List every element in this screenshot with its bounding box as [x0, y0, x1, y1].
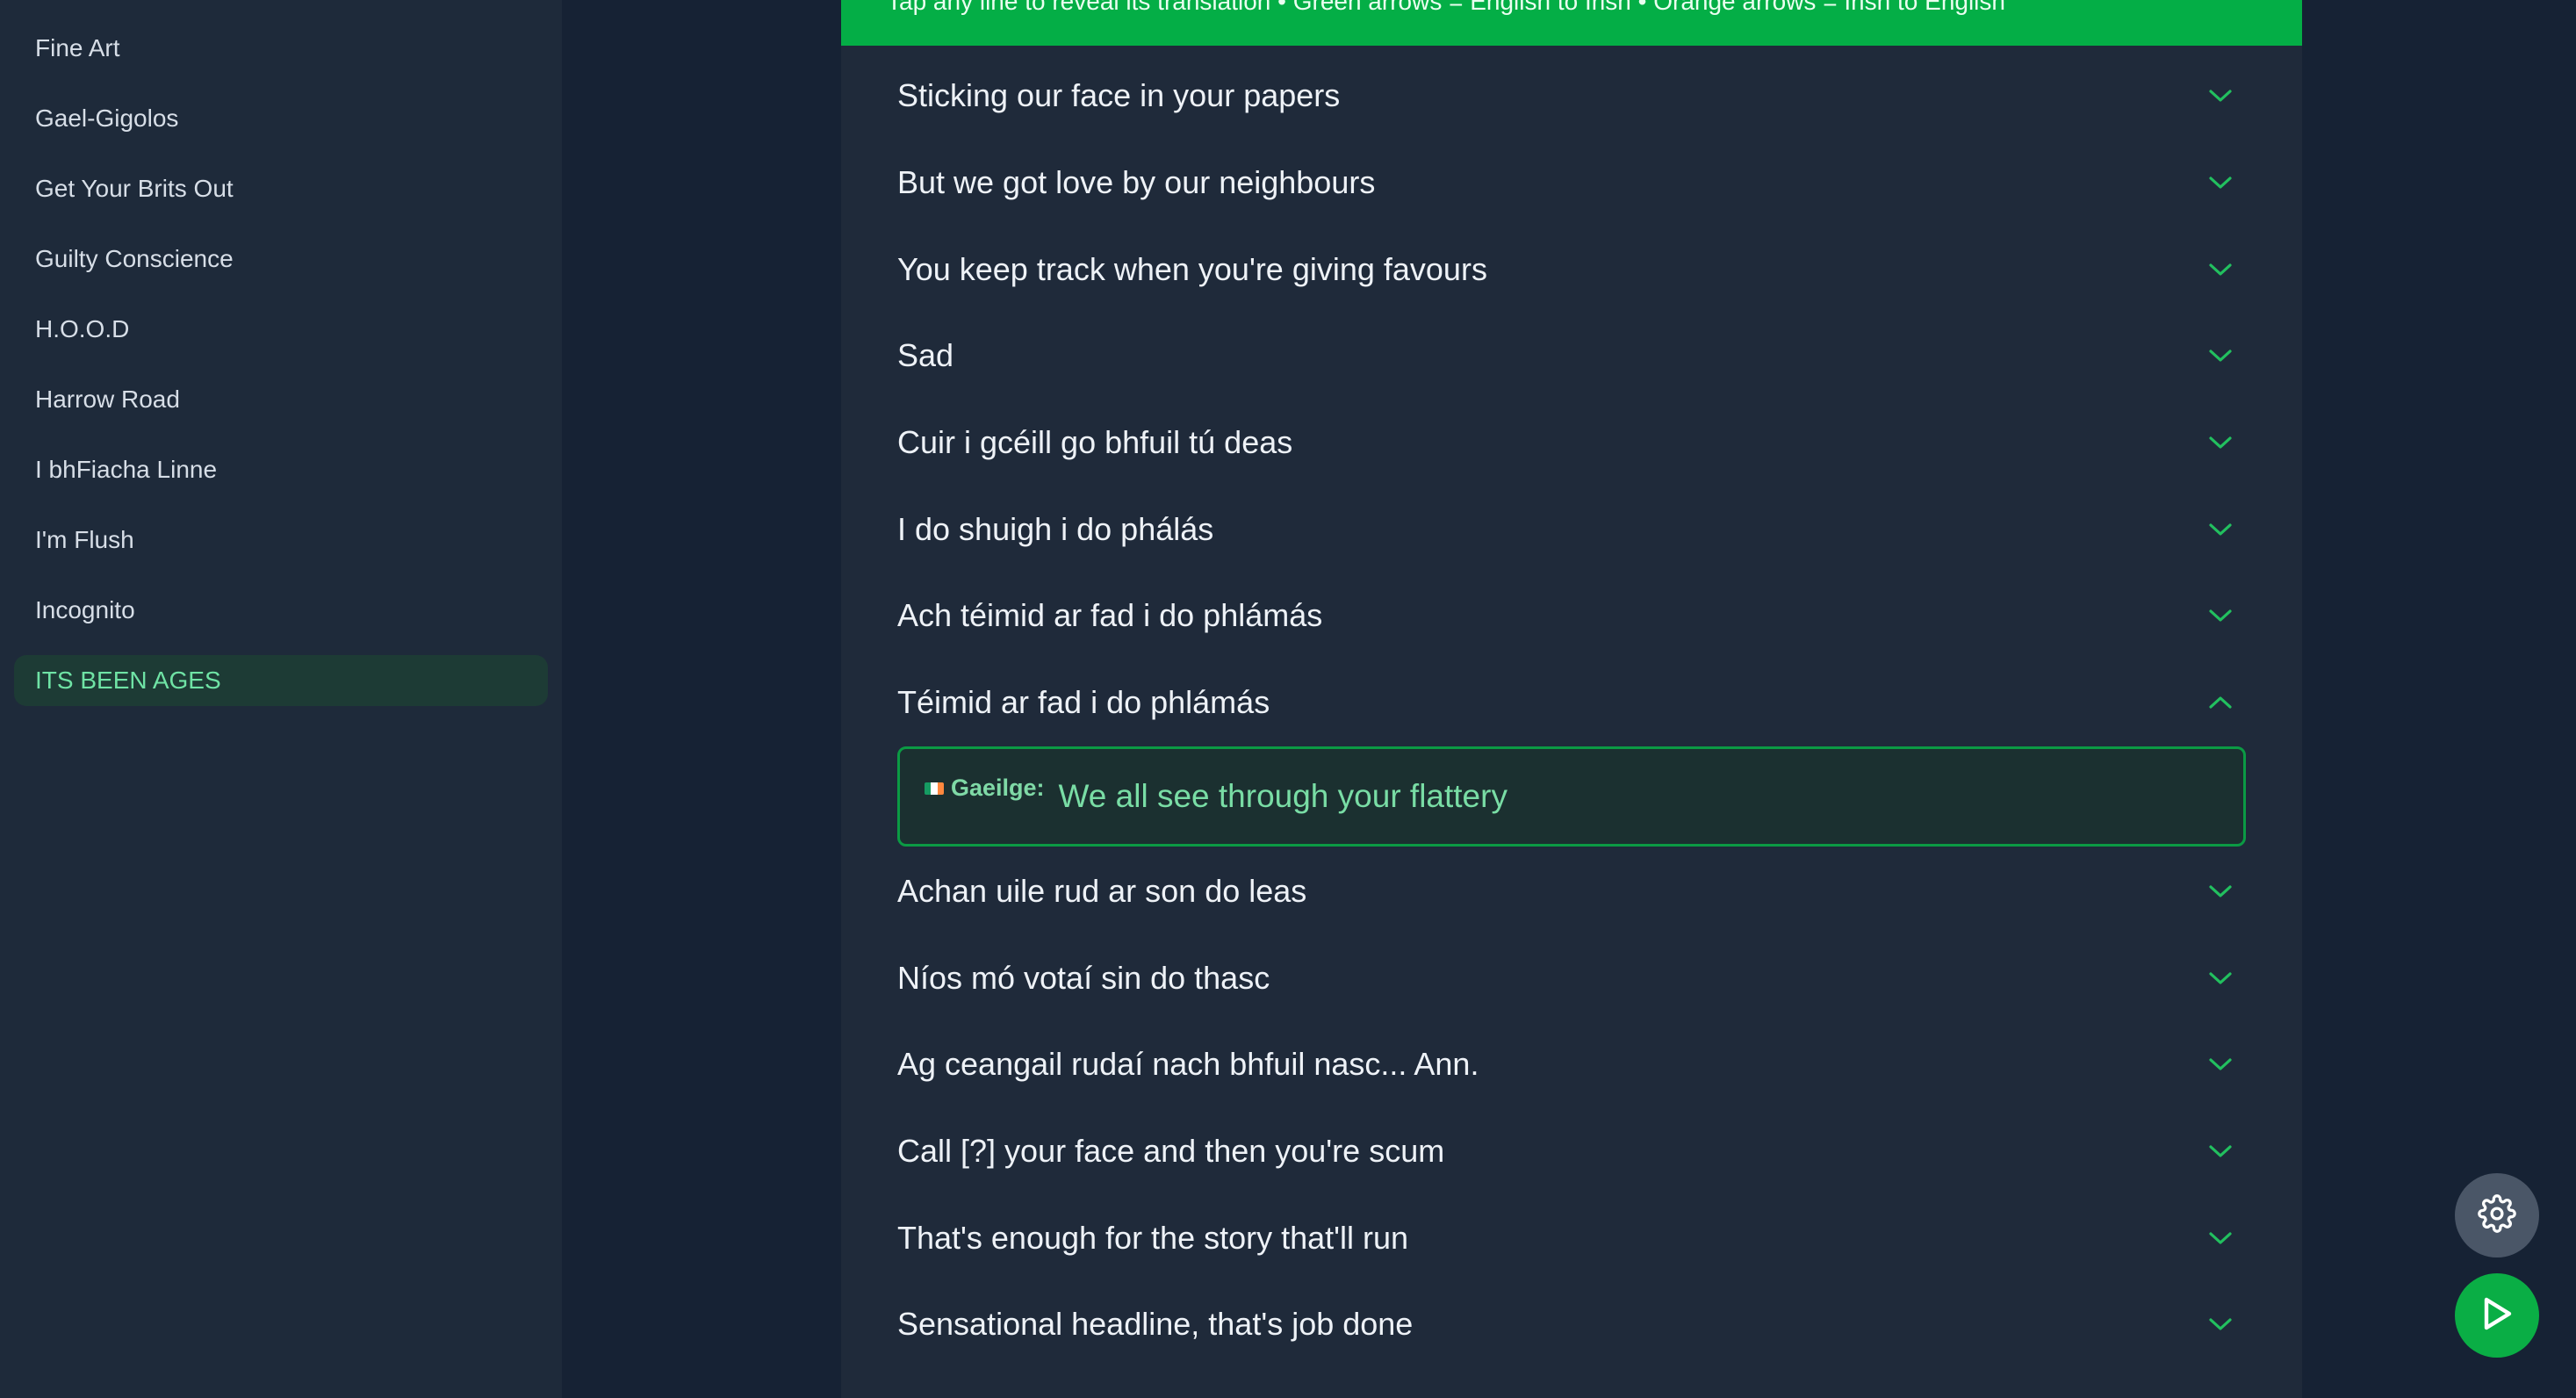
lyric-line[interactable]: Níos mó votaí sin do thasc — [897, 934, 2246, 1021]
lyric-line[interactable]: Ach téimid ar fad i do phlámás — [897, 573, 2246, 659]
lyric-line[interactable]: Call [?] your face and then you're scum — [897, 1108, 2246, 1195]
lyric-line[interactable]: Ag ceangail rudaí nach bhfuil nasc... An… — [897, 1021, 2246, 1108]
sidebar-item-label: Incognito — [35, 596, 135, 623]
chevron-down-icon — [2205, 876, 2235, 906]
sidebar-item-guilty-conscience[interactable]: Guilty Conscience — [14, 234, 548, 285]
lyrics-panel: Tap any line to reveal its translation •… — [841, 0, 2302, 1398]
chevron-down-icon — [2205, 428, 2235, 458]
chevron-down-icon — [2205, 168, 2235, 198]
lyric-line[interactable]: But we got love by our neighbours — [897, 140, 2246, 227]
translation-label: Gaeilge: — [951, 775, 1045, 801]
lyric-text: Sensational headline, that's job done — [897, 1306, 1414, 1343]
lyric-text: But we got love by our neighbours — [897, 164, 1376, 201]
chevron-up-icon — [2205, 688, 2235, 717]
sidebar-item-label: I bhFiacha Linne — [35, 456, 218, 483]
sidebar-item-fine-art[interactable]: Fine Art — [14, 23, 548, 74]
translation-label-group: Gaeilge: — [925, 775, 1045, 802]
sidebar-item-label: ITS BEEN AGES — [35, 667, 221, 694]
lyric-line-expanded[interactable]: Téimid ar fad i do phlámás — [897, 659, 2246, 746]
irish-flag-icon — [925, 782, 944, 795]
chevron-down-icon — [2205, 963, 2235, 993]
chevron-down-icon — [2205, 601, 2235, 631]
chevron-down-icon — [2205, 1309, 2235, 1339]
lyric-line[interactable]: Sticking our face in your papers — [897, 53, 2246, 140]
lyric-line[interactable]: Sensational headline, that's job done — [897, 1281, 2246, 1368]
sidebar-item-label: I'm Flush — [35, 526, 134, 553]
sidebar-item-its-been-ages[interactable]: ITS BEEN AGES — [14, 655, 548, 706]
settings-button[interactable] — [2455, 1173, 2539, 1257]
sidebar-item-label: Guilty Conscience — [35, 245, 234, 272]
sidebar-item-label: Get Your Brits Out — [35, 175, 234, 202]
sidebar-item-gael-gigolos[interactable]: Gael-Gigolos — [14, 93, 548, 144]
sidebar-item-label: H.O.O.D — [35, 315, 130, 342]
lyric-line[interactable]: Achan uile rud ar son do leas — [897, 848, 2246, 935]
play-icon — [2479, 1294, 2515, 1337]
chevron-down-icon — [2205, 1049, 2235, 1079]
lyric-line[interactable]: That's enough for the story that'll run — [897, 1194, 2246, 1281]
lyric-line[interactable]: Cuir i gcéill go bhfuil tú deas — [897, 400, 2246, 486]
instructions-text: Tap any line to reveal its translation •… — [887, 0, 2005, 15]
lyric-line[interactable]: Sad — [897, 313, 2246, 400]
sidebar-item-label: Fine Art — [35, 34, 120, 61]
chevron-down-icon — [2205, 515, 2235, 544]
chevron-down-icon — [2205, 1223, 2235, 1253]
translation-panel: Gaeilge: We all see through your flatter… — [897, 746, 2246, 847]
sidebar-item-im-flush[interactable]: I'm Flush — [14, 515, 548, 566]
lyric-text: You keep track when you're giving favour… — [897, 250, 1487, 287]
lyric-text: Achan uile rud ar son do leas — [897, 872, 1307, 909]
chevron-down-icon — [2205, 255, 2235, 285]
lyric-text: That's enough for the story that'll run — [897, 1219, 1409, 1256]
sidebar-item-label: Harrow Road — [35, 386, 180, 413]
gear-icon — [2478, 1193, 2516, 1237]
sidebar-item-harrow-road[interactable]: Harrow Road — [14, 374, 548, 425]
lyric-text: Ag ceangail rudaí nach bhfuil nasc... An… — [897, 1046, 1479, 1083]
sidebar-item-i-bhfiacha-linne[interactable]: I bhFiacha Linne — [14, 444, 548, 495]
lyric-text: Sticking our face in your papers — [897, 77, 1341, 114]
lyric-line[interactable]: You keep track when you're giving favour… — [897, 226, 2246, 313]
sidebar: Fine Art Gael-Gigolos Get Your Brits Out… — [0, 0, 562, 1398]
lyric-text: Ach téimid ar fad i do phlámás — [897, 597, 1323, 634]
lyric-text: Téimid ar fad i do phlámás — [897, 684, 1270, 721]
lyric-text: Sad — [897, 337, 954, 374]
chevron-down-icon — [2205, 1136, 2235, 1166]
song-list: Fine Art Gael-Gigolos Get Your Brits Out… — [14, 23, 548, 725]
lyric-text: I do shuigh i do phálás — [897, 510, 1214, 547]
lyric-line[interactable]: I do shuigh i do phálás — [897, 486, 2246, 573]
translation-text: We all see through your flattery — [1058, 777, 1507, 814]
lyrics-list: Sticking our face in your papers But we … — [897, 53, 2246, 1368]
lyric-text: Call [?] your face and then you're scum — [897, 1132, 1445, 1169]
lyric-text: Cuir i gcéill go bhfuil tú deas — [897, 424, 1293, 461]
lyric-text: Níos mó votaí sin do thasc — [897, 959, 1270, 996]
instructions-banner: Tap any line to reveal its translation •… — [841, 0, 2302, 46]
chevron-down-icon — [2205, 341, 2235, 371]
play-button[interactable] — [2455, 1273, 2539, 1358]
sidebar-item-label: Gael-Gigolos — [35, 104, 179, 132]
sidebar-item-hood[interactable]: H.O.O.D — [14, 304, 548, 355]
sidebar-item-incognito[interactable]: Incognito — [14, 585, 548, 636]
sidebar-item-get-your-brits-out[interactable]: Get Your Brits Out — [14, 163, 548, 214]
chevron-down-icon — [2205, 81, 2235, 111]
